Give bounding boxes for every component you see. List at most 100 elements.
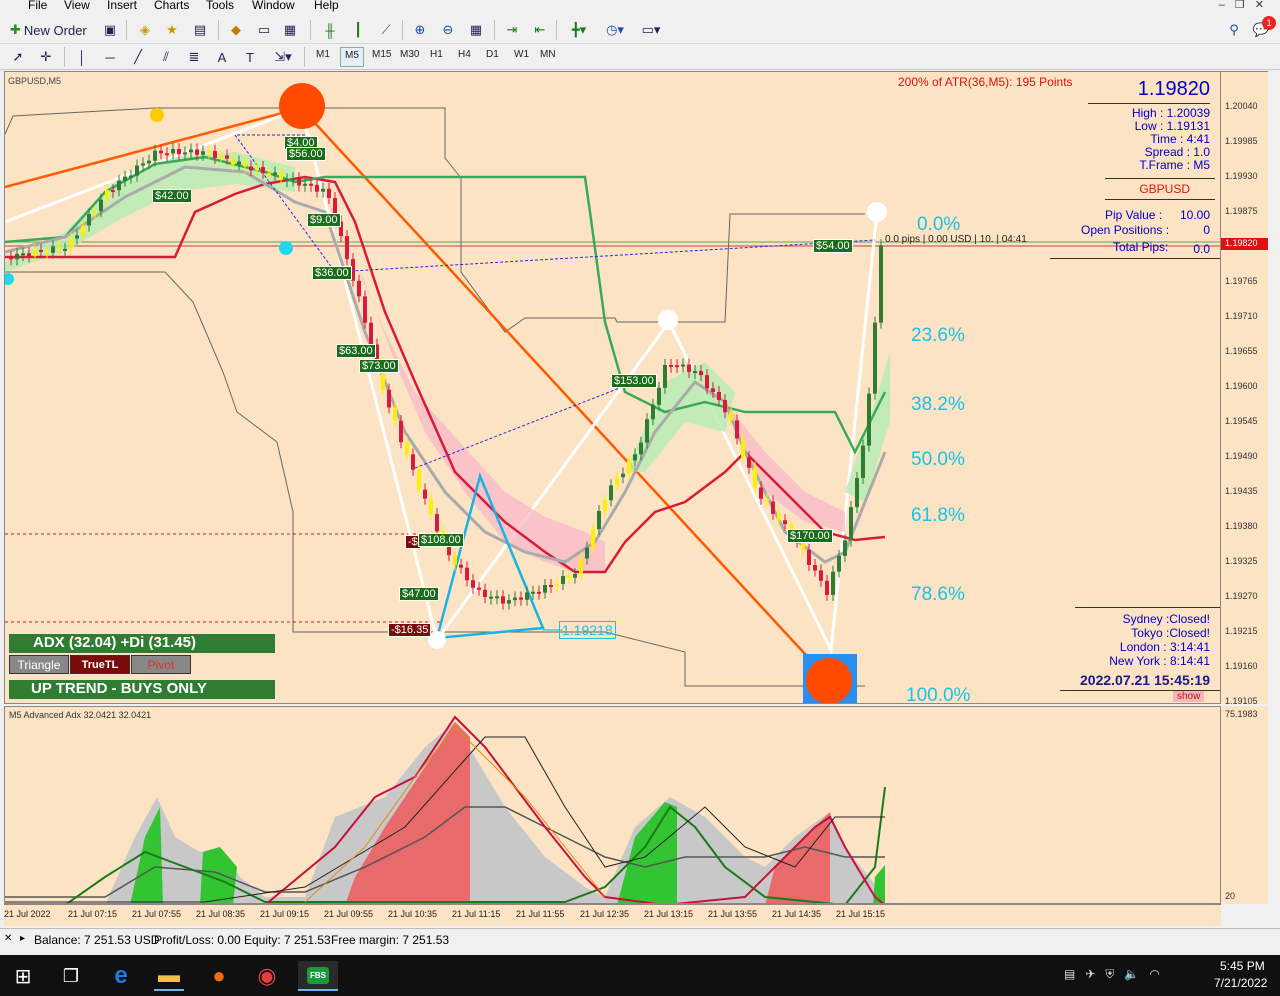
candle-body <box>729 412 733 421</box>
crosshair-icon[interactable]: ✛ <box>36 47 56 67</box>
history-icon[interactable]: ▦ <box>280 20 300 40</box>
tf-w1[interactable]: W1 <box>510 47 533 67</box>
candle-body <box>651 404 655 420</box>
indicators-icon[interactable]: ╋▾ <box>564 20 594 40</box>
file-explorer-icon[interactable]: ▬ <box>154 961 184 991</box>
candle-chart-icon[interactable]: ┃ <box>348 20 368 40</box>
session-london: London : 3:14:41 <box>1119 640 1210 654</box>
tf-m15[interactable]: M15 <box>368 47 395 67</box>
autoscroll-icon[interactable]: ⇤ <box>530 20 550 40</box>
candle-body <box>291 178 295 181</box>
info-symbol: GBPUSD <box>1139 182 1190 196</box>
equidistant-channel-icon[interactable]: ⫽ <box>156 47 176 67</box>
status-bar: ✕ ▸ Balance: 7 251.53 USD Profit/Loss: 0… <box>0 928 1280 952</box>
horizontal-line-icon[interactable]: ─ <box>100 47 120 67</box>
periods-icon[interactable]: ◷▾ <box>600 20 630 40</box>
candle-body <box>411 454 415 470</box>
status-profit: Profit/Loss: 0.00 <box>154 933 241 947</box>
candle-body <box>147 160 151 164</box>
firefox-icon[interactable]: ● <box>204 961 234 991</box>
candle-body <box>225 155 229 159</box>
trade-dotted-line-2 <box>414 381 636 469</box>
candle-body <box>753 467 757 488</box>
profit-label: $54.00 <box>813 239 853 253</box>
truetl-button[interactable]: TrueTL <box>70 655 130 674</box>
tf-h4[interactable]: H4 <box>454 47 475 67</box>
autotrading-icon[interactable]: ▣ <box>100 20 120 40</box>
adx-indicator-pane[interactable]: M5 Advanced Adx 32.0421 32.0421 <box>4 706 1221 904</box>
candle-body <box>345 236 349 260</box>
price-tick: 1.19215 <box>1225 626 1258 636</box>
time-axis: 21 Jul 2022 21 Jul 07:15 21 Jul 07:55 21 Ju… <box>4 904 1221 926</box>
candle-body <box>213 150 217 158</box>
profit-label: $9.00 <box>307 213 341 227</box>
tf-h1[interactable]: H1 <box>426 47 447 67</box>
menu-file[interactable]: File <box>28 0 47 12</box>
system-tray-icons[interactable]: ▤✈⛨🔈◠ <box>1064 967 1170 982</box>
menu-view[interactable]: View <box>64 0 90 12</box>
candle-body <box>363 296 367 323</box>
tf-m5[interactable]: M5 <box>340 47 364 67</box>
strategy-tester-icon[interactable]: ◆ <box>226 20 246 40</box>
window-controls[interactable]: ‒❐✕ <box>1219 0 1274 11</box>
fib-61-8: 61.8% <box>911 505 965 526</box>
line-chart-icon[interactable]: ⟋ <box>376 20 396 40</box>
trendline-icon[interactable]: ╱ <box>128 47 148 67</box>
windows-start-icon[interactable]: ⊞ <box>8 961 38 991</box>
price-tick: 1.19160 <box>1225 661 1258 671</box>
tf-mn[interactable]: MN <box>536 47 560 67</box>
taskbar-date: 7/21/2022 <box>1214 976 1268 990</box>
new-chart-icon[interactable]: ▭ <box>254 20 274 40</box>
candle-body <box>159 150 163 154</box>
text-label-icon[interactable]: T <box>240 47 260 67</box>
profit-label: $56.00 <box>286 147 326 161</box>
candle-body <box>399 420 403 443</box>
triangle-price-label: 1.19218 <box>559 621 616 639</box>
pivot-button[interactable]: Pivot <box>131 655 191 674</box>
show-button[interactable]: show <box>1173 691 1205 702</box>
vertical-line-icon[interactable]: │ <box>72 47 92 67</box>
profit-label: $63.00 <box>336 344 376 358</box>
templates-icon[interactable]: ▭▾ <box>636 20 666 40</box>
tile-windows-icon[interactable]: ▦ <box>466 20 486 40</box>
navigator-icon[interactable]: ★ <box>162 20 182 40</box>
fbs-app-icon[interactable]: FBS <box>298 961 338 991</box>
time-tick: 21 Jul 2022 <box>4 909 51 919</box>
price-scale[interactable]: 1.20040 1.19985 1.19930 1.19875 1.19820 1.197… <box>1221 71 1268 706</box>
new-order-button[interactable]: ✚ New Order <box>10 20 102 40</box>
market-watch-icon[interactable]: ◈ <box>135 20 155 40</box>
profit-label: $153.00 <box>611 374 657 388</box>
tf-m1[interactable]: M1 <box>312 47 334 67</box>
triangle-button[interactable]: Triangle <box>9 655 69 674</box>
bar-chart-icon[interactable]: ╫ <box>320 20 340 40</box>
session-tokyo: Tokyo :Closed! <box>1131 626 1210 640</box>
notifications-icon[interactable]: 💬 1 <box>1248 16 1276 40</box>
text-icon[interactable]: A <box>212 47 232 67</box>
chrome-icon[interactable]: ◉ <box>252 961 282 991</box>
status-expand-icon[interactable]: ▸ <box>20 933 25 944</box>
bearish-cloud-2 <box>725 402 845 532</box>
menu-charts[interactable]: Charts <box>154 0 189 12</box>
edge-icon[interactable]: e <box>106 961 136 991</box>
terminal-icon[interactable]: ▤ <box>190 20 210 40</box>
price-chart[interactable]: GBPUSD,M5 200% of ATR(36,M5): 195 Points… <box>4 71 1221 704</box>
fibonacci-icon[interactable]: ≣ <box>184 47 204 67</box>
candle-body <box>393 407 397 421</box>
chart-shift-icon[interactable]: ⇥ <box>502 20 522 40</box>
arrows-icon[interactable]: ⇲▾ <box>268 47 298 67</box>
menu-tools[interactable]: Tools <box>206 0 234 12</box>
right-scrollbar[interactable] <box>1268 71 1280 926</box>
tf-d1[interactable]: D1 <box>482 47 503 67</box>
zoom-in-icon[interactable]: ⊕ <box>410 20 430 40</box>
tf-m30[interactable]: M30 <box>396 47 423 67</box>
menu-window[interactable]: Window <box>252 0 295 12</box>
candle-body <box>201 151 205 155</box>
task-view-icon[interactable]: ❐ <box>56 961 86 991</box>
time-tick: 21 Jul 12:35 <box>580 909 630 919</box>
menu-insert[interactable]: Insert <box>107 0 137 12</box>
cursor-icon[interactable]: ➚ <box>8 47 28 67</box>
search-icon[interactable]: ⚲ <box>1224 20 1244 40</box>
zoom-out-icon[interactable]: ⊖ <box>438 20 458 40</box>
status-close-icon[interactable]: ✕ <box>4 933 12 944</box>
menu-help[interactable]: Help <box>314 0 339 12</box>
